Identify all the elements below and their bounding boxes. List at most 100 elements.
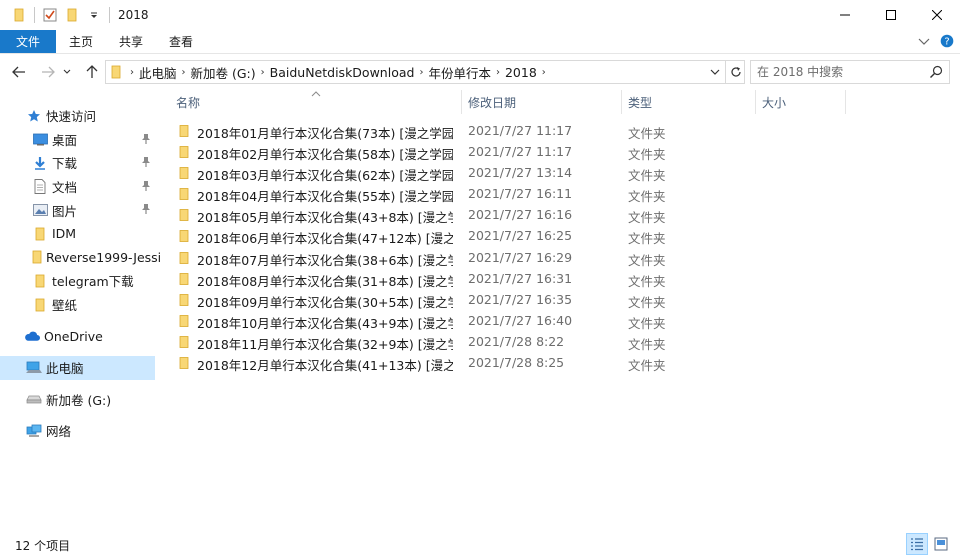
new-folder-icon[interactable]	[61, 4, 83, 26]
column-divider[interactable]	[621, 90, 622, 114]
sidebar-item-quick-access[interactable]: 快速访问	[0, 104, 160, 128]
forward-button[interactable]	[36, 60, 60, 84]
file-name: 2018年06月单行本汉化合集(47+12本) [漫之...	[197, 231, 453, 247]
navigation-pane: 快速访问 桌面 下载 文档 图片 IDM Reverse1999-Jessi t…	[0, 94, 160, 529]
sidebar-item-reverse1999[interactable]: Reverse1999-Jessi	[0, 246, 160, 270]
file-date: 2021/7/27 16:29	[468, 249, 573, 265]
file-name: 2018年10月单行本汉化合集(43+9本) [漫之学...	[197, 315, 453, 331]
pin-icon[interactable]	[141, 156, 151, 171]
column-divider[interactable]	[461, 90, 462, 114]
file-type: 文件夹	[628, 315, 666, 331]
folder-icon	[32, 297, 48, 313]
tab-share[interactable]: 共享	[106, 30, 156, 53]
help-icon[interactable]: ?	[940, 34, 954, 51]
chevron-right-icon[interactable]: ›	[259, 67, 267, 78]
pin-icon[interactable]	[141, 203, 151, 218]
sidebar-item-documents[interactable]: 文档	[0, 175, 160, 199]
sidebar-item-idm[interactable]: IDM	[0, 222, 160, 246]
file-row[interactable]: 2018年02月单行本汉化合集(58本) [漫之学园... 2021/7/27 1…	[170, 141, 870, 162]
refresh-button[interactable]	[725, 60, 745, 84]
tab-home[interactable]: 主页	[56, 30, 106, 53]
maximize-button[interactable]	[868, 0, 914, 30]
pin-icon[interactable]	[141, 180, 151, 195]
properties-icon[interactable]	[39, 4, 61, 26]
file-row[interactable]: 2018年06月单行本汉化合集(47+12本) [漫之... 2021/7/27 …	[170, 225, 870, 246]
file-row[interactable]: 2018年05月单行本汉化合集(43+8本) [漫之学... 2021/7/27 …	[170, 204, 870, 225]
column-header-type[interactable]: 类型	[628, 90, 652, 114]
chevron-right-icon[interactable]: ›	[540, 67, 548, 78]
search-input[interactable]	[751, 62, 921, 82]
file-date: 2021/7/27 11:17	[468, 144, 573, 160]
file-row[interactable]: 2018年01月单行本汉化合集(73本) [漫之学园... 2021/7/27 1…	[170, 120, 870, 141]
crumb-drive[interactable]: 新加卷 (G:)	[188, 63, 259, 82]
file-name: 2018年07月单行本汉化合集(38+6本) [漫之学...	[197, 252, 453, 268]
sidebar-item-label: 桌面	[52, 132, 78, 148]
column-divider[interactable]	[755, 90, 756, 114]
star-icon	[26, 108, 42, 124]
crumb-2018[interactable]: 2018	[502, 65, 540, 80]
address-dropdown-icon[interactable]	[706, 61, 724, 83]
sidebar-item-label: 此电脑	[46, 361, 84, 377]
sidebar-item-pictures[interactable]: 图片	[0, 198, 160, 222]
file-row[interactable]: 2018年07月单行本汉化合集(38+6本) [漫之学... 2021/7/27 …	[170, 247, 870, 268]
customize-toolbar-icon[interactable]	[83, 4, 105, 26]
recent-locations-icon[interactable]	[60, 60, 74, 84]
file-row[interactable]: 2018年03月单行本汉化合集(62本) [漫之学园... 2021/7/27 1…	[170, 162, 870, 183]
back-button[interactable]	[7, 60, 31, 84]
chevron-right-icon[interactable]: ›	[128, 67, 136, 78]
file-name: 2018年01月单行本汉化合集(73本) [漫之学园...	[197, 126, 453, 141]
file-type: 文件夹	[628, 231, 666, 247]
window-controls	[822, 0, 960, 30]
file-row[interactable]: 2018年04月单行本汉化合集(55本) [漫之学园... 2021/7/27 1…	[170, 183, 870, 204]
crumb-year-volumes[interactable]: 年份单行本	[425, 63, 494, 82]
sidebar-item-telegram[interactable]: telegram下载	[0, 269, 160, 293]
up-button[interactable]	[80, 60, 104, 84]
file-type: 文件夹	[628, 294, 666, 310]
sidebar-item-this-pc[interactable]: 此电脑	[0, 355, 155, 380]
ribbon-tabs: 文件 主页 共享 查看 ?	[0, 30, 960, 54]
chevron-right-icon[interactable]: ›	[417, 67, 425, 78]
navigation-bar: › 此电脑 › 新加卷 (G:) › BaiduNetdiskDownload …	[0, 55, 960, 89]
tab-file[interactable]: 文件	[0, 30, 56, 53]
folder-icon	[32, 249, 42, 265]
crumb-this-pc[interactable]: 此电脑	[136, 63, 180, 82]
folder-icon	[179, 230, 189, 245]
file-row[interactable]: 2018年11月单行本汉化合集(32+9本) [漫之学... 2021/7/28 …	[170, 331, 870, 352]
sidebar-item-wallpaper[interactable]: 壁纸	[0, 293, 160, 317]
address-bar[interactable]: › 此电脑 › 新加卷 (G:) › BaiduNetdiskDownload …	[105, 60, 745, 84]
computer-icon	[26, 360, 42, 376]
quick-access-toolbar	[0, 0, 114, 30]
file-date: 2021/7/27 13:14	[468, 165, 573, 181]
tab-view[interactable]: 查看	[156, 30, 206, 53]
minimize-button[interactable]	[822, 0, 868, 30]
sidebar-item-drive-g[interactable]: 新加卷 (G:)	[0, 388, 160, 412]
sidebar-item-desktop[interactable]: 桌面	[0, 128, 160, 152]
large-icons-view-button[interactable]	[930, 533, 952, 555]
column-header-size[interactable]: 大小	[762, 90, 786, 114]
crumb-baidu[interactable]: BaiduNetdiskDownload	[267, 65, 418, 80]
file-name: 2018年08月单行本汉化合集(31+8本) [漫之学...	[197, 273, 453, 289]
column-header-name[interactable]: 名称	[176, 90, 200, 114]
file-name: 2018年03月单行本汉化合集(62本) [漫之学园...	[197, 168, 453, 184]
sidebar-item-network[interactable]: 网络	[0, 419, 160, 443]
close-button[interactable]	[914, 0, 960, 30]
file-row[interactable]: 2018年10月单行本汉化合集(43+9本) [漫之学... 2021/7/27 …	[170, 310, 870, 331]
window-folder-icon	[8, 4, 30, 26]
folder-icon	[32, 226, 48, 242]
pin-icon[interactable]	[141, 133, 151, 148]
file-row[interactable]: 2018年12月单行本汉化合集(41+13本) [漫之... 2021/7/28 …	[170, 352, 870, 373]
search-icon[interactable]	[929, 65, 943, 82]
sidebar-item-downloads[interactable]: 下载	[0, 151, 160, 175]
chevron-right-icon[interactable]: ›	[180, 67, 188, 78]
file-row[interactable]: 2018年09月单行本汉化合集(30+5本) [漫之学... 2021/7/27 …	[170, 289, 870, 310]
sidebar-item-onedrive[interactable]: OneDrive	[0, 324, 160, 348]
search-box[interactable]	[750, 60, 950, 84]
file-type: 文件夹	[628, 147, 666, 163]
expand-ribbon-icon[interactable]	[918, 35, 930, 49]
chevron-right-icon[interactable]: ›	[494, 67, 502, 78]
file-row[interactable]: 2018年08月单行本汉化合集(31+8本) [漫之学... 2021/7/27 …	[170, 268, 870, 289]
column-header-date[interactable]: 修改日期	[468, 90, 516, 114]
details-view-button[interactable]	[906, 533, 928, 555]
column-divider[interactable]	[845, 90, 846, 114]
